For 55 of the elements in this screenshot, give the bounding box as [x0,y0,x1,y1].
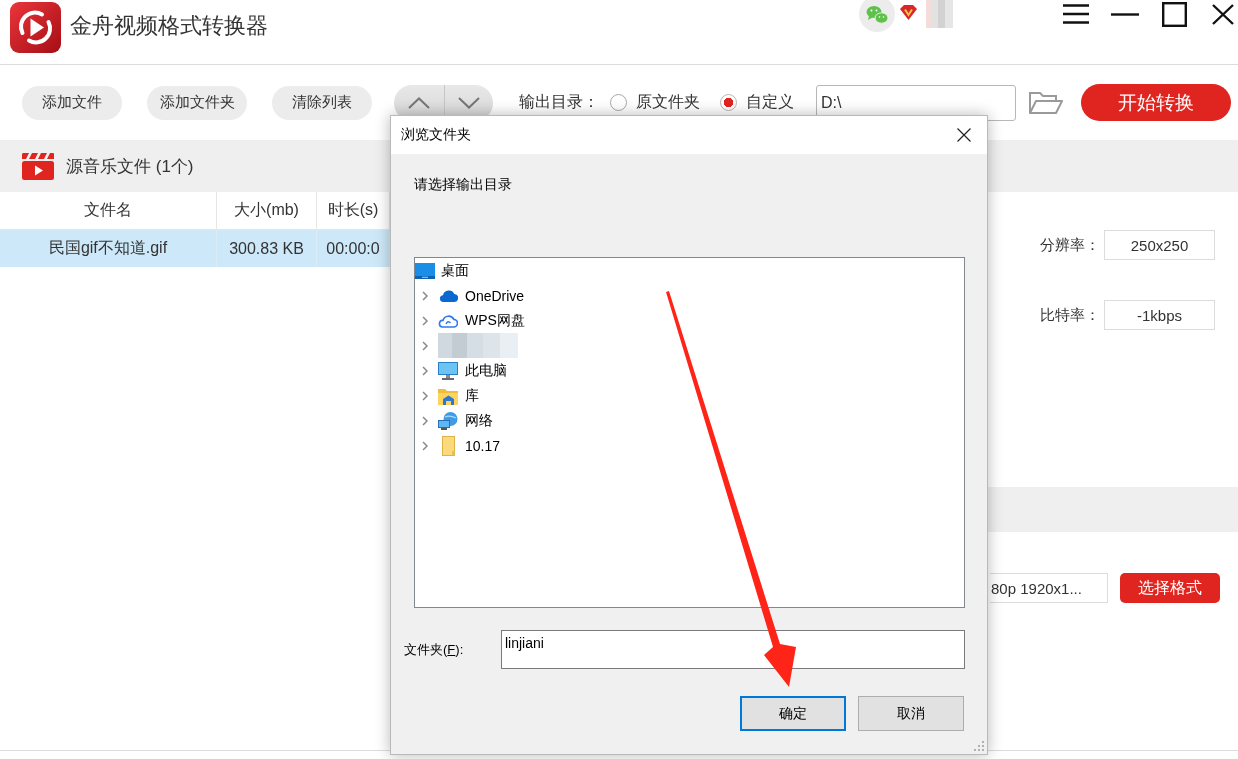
format-field[interactable]: 80p 1920x1... [990,573,1108,603]
radio-icon[interactable] [610,94,627,111]
toolbar-button[interactable]: 清除列表 [272,85,372,120]
table-cell: 民国gif不知道.gif [0,230,217,267]
choose-format-button[interactable]: 选择格式 [1120,573,1220,603]
tree-item[interactable]: 10.17 [465,437,501,454]
app-title: 金舟视频格式转换器 [70,12,268,40]
network-globe-icon [438,411,458,430]
output-path-field[interactable]: D:\ [816,84,1016,121]
clapperboard-icon [22,152,54,180]
library-folder-icon [438,386,458,405]
cloud-icon [438,289,458,302]
section-title: 源音乐文件 (1个) [66,155,194,178]
column-header[interactable]: 文件名 [0,192,217,229]
tree-item[interactable]: 库 [465,386,479,405]
chevron-down-icon [457,96,480,109]
tree-item[interactable]: 此电脑 [465,361,507,380]
start-convert-button[interactable]: 开始转换 [1081,84,1231,121]
cloud-outline-icon [438,313,458,328]
close-icon [1212,3,1234,25]
dialog-title: 浏览文件夹 [401,126,472,144]
column-header[interactable]: 大小(mb) [217,192,317,229]
open-folder-icon [1029,90,1063,115]
radio-option[interactable]: 自定义 [720,92,794,113]
dialog-button[interactable]: 取消 [858,696,964,731]
folder-label: 文件夹(F): [404,640,465,659]
folder-name-field[interactable]: linjiani [501,630,965,669]
output-dir-label: 输出目录： [519,92,599,112]
tree-item[interactable]: 网络 [465,411,493,430]
diamond-icon[interactable] [900,5,917,20]
radio-option[interactable]: 原文件夹 [610,92,700,113]
maximize-icon [1161,1,1187,27]
setting-field[interactable]: 250x250 [1104,230,1215,260]
monitor-icon [438,361,458,380]
close-icon [957,128,971,142]
tree-item[interactable]: OneDrive [465,287,525,304]
dialog-button[interactable]: 确定 [740,696,846,731]
browse-folder-button[interactable] [1029,89,1063,116]
minimize-icon [1111,12,1139,16]
toolbar-button[interactable]: 添加文件 [22,85,122,120]
setting-label: 比特率： [1040,305,1100,325]
desktop-icon [415,262,435,279]
radio-icon[interactable] [720,94,737,111]
tree-item[interactable]: WPS网盘 [465,311,525,330]
chat-bubbles-icon[interactable] [859,0,895,32]
resize-grip-icon[interactable] [974,741,984,751]
menu-icon [1063,4,1089,24]
mosaic-placeholder [926,0,953,28]
chevron-up-icon [407,96,430,109]
toolbar-button[interactable]: 添加文件夹 [147,85,247,120]
setting-field[interactable]: -1kbps [1104,300,1215,330]
maximize-button[interactable] [1159,0,1189,28]
dialog-prompt: 请选择输出目录 [414,175,512,194]
setting-label: 分辨率： [1040,235,1100,255]
table-cell: 300.83 KB [217,230,317,267]
